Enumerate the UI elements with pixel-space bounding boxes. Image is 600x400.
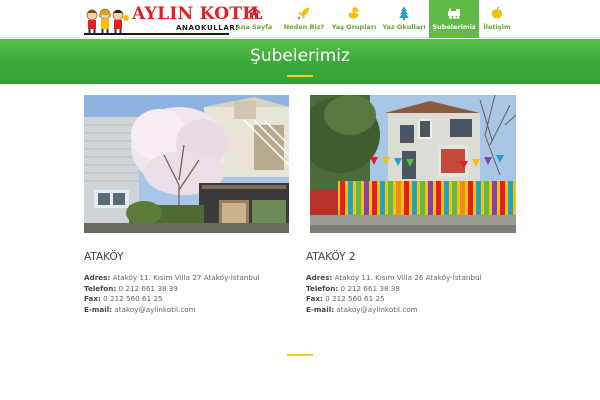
site-logo[interactable]: AYLIN KOTIL ANAOKULLARI <box>84 4 263 35</box>
nav-label-why-us: Neden Biz? <box>283 23 325 31</box>
nav-item-contact[interactable]: İletişim <box>479 0 515 38</box>
fax-value: 0 212 560 61 25 <box>325 294 385 303</box>
page-banner: Şubelerimiz <box>0 39 600 84</box>
email-link[interactable]: atakoy@aylinkotil.com <box>114 305 195 314</box>
branch-name: ATAKÖY 2 <box>306 251 356 263</box>
tree-icon <box>399 6 409 20</box>
nav-item-age-groups[interactable]: Yaş Grupları <box>329 0 379 38</box>
branch-phone: Telefon: 0 212 661 38 38 <box>306 284 521 295</box>
train-icon <box>448 8 460 19</box>
address-value: Ataköy 11. Kısım Villa 26 Ataköy-İstanbu… <box>334 273 482 282</box>
branch-address: Adres: Ataköy 11. Kısım Villa 27 Ataköy-… <box>84 273 299 284</box>
fax-label: Fax: <box>306 294 323 303</box>
phone-value[interactable]: 0 212 661 38 39 <box>119 284 178 293</box>
duck-icon <box>348 7 360 19</box>
branch-phone: Telefon: 0 212 661 38 39 <box>84 284 299 295</box>
kids-logo-icon <box>86 8 129 33</box>
nav-label-age-groups: Yaş Grupları <box>331 23 377 31</box>
branch-address: Adres: Ataköy 11. Kısım Villa 26 Ataköy-… <box>306 273 521 284</box>
email-label: E-mail: <box>306 304 335 314</box>
nav-item-home[interactable]: Ana Sayfa <box>229 0 279 38</box>
branch-photo-atakoy-2 <box>310 95 516 233</box>
fax-value: 0 212 560 61 25 <box>103 294 163 303</box>
rocket-icon <box>297 7 310 20</box>
nav-item-why-us[interactable]: Neden Biz? <box>279 0 329 38</box>
address-label: Adres: <box>84 273 111 282</box>
nav-label-branches: Şubelerimiz <box>432 23 476 31</box>
address-label: Adres: <box>306 273 333 282</box>
branch-name: ATAKÖY <box>84 251 124 263</box>
email-label: E-mail: <box>84 304 113 314</box>
branch-card-atakoy: ATAKÖY Adres: Ataköy 11. Kısım Villa 27 … <box>84 251 299 315</box>
phone-label: Telefon: <box>84 283 117 293</box>
home-icon <box>247 6 261 19</box>
branch-fax: Fax: 0 212 560 61 25 <box>84 294 299 305</box>
nav-item-summer-schools[interactable]: Yaz Okulları <box>379 0 429 38</box>
section-divider <box>287 354 313 356</box>
branch-email: E-mail: atakoy@aylinkotil.com <box>306 305 521 316</box>
phone-value[interactable]: 0 212 661 38 38 <box>341 284 400 293</box>
email-link[interactable]: atakoy@aylinkotil.com <box>336 305 417 314</box>
branch-card-atakoy-2: ATAKÖY 2 Adres: Ataköy 11. Kısım Villa 2… <box>306 251 521 315</box>
phone-label: Telefon: <box>306 283 339 293</box>
nav-label-contact: İletişim <box>483 23 511 31</box>
branch-photo-atakoy <box>84 95 289 233</box>
apple-icon <box>491 6 503 19</box>
title-underline <box>287 75 313 77</box>
address-value: Ataköy 11. Kısım Villa 27 Ataköy-İstanbu… <box>112 273 260 282</box>
main-nav: Ana Sayfa Neden Biz? Yaş Grupları Yaz Ok… <box>229 0 515 38</box>
branch-fax: Fax: 0 212 560 61 25 <box>306 294 521 305</box>
nav-item-branches[interactable]: Şubelerimiz <box>429 0 479 38</box>
nav-label-summer-schools: Yaz Okulları <box>382 23 426 31</box>
page-title: Şubelerimiz <box>250 46 350 66</box>
site-header: AYLIN KOTIL ANAOKULLARI Ana Sayfa Neden … <box>0 0 600 38</box>
brand-underline <box>84 33 229 35</box>
fax-label: Fax: <box>84 294 101 303</box>
nav-label-home: Ana Sayfa <box>235 23 273 31</box>
branch-email: E-mail: atakoy@aylinkotil.com <box>84 305 299 316</box>
